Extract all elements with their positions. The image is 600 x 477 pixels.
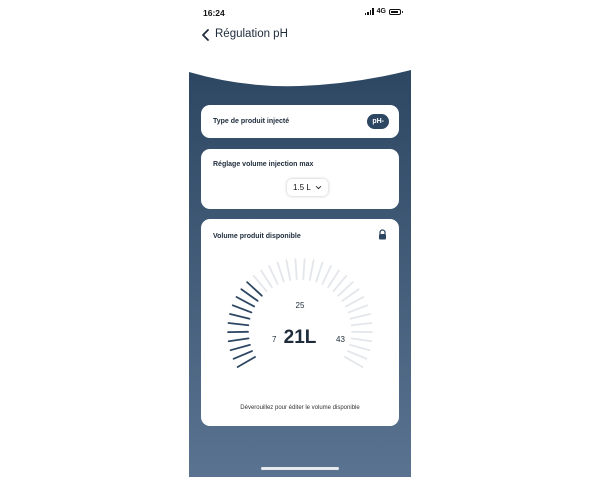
gauge-tick — [285, 259, 292, 281]
gauge-tick — [302, 258, 306, 281]
chevron-down-icon — [315, 185, 321, 190]
gauge-tick — [227, 322, 250, 327]
gauge-tick — [268, 265, 279, 285]
injection-volume-card: Réglage volume injection max 1.5 L — [201, 149, 399, 209]
status-indicators: 4G — [364, 8, 403, 15]
injection-volume-label: Réglage volume injection max — [213, 161, 314, 168]
gauge-tick — [276, 261, 285, 283]
signal-icon — [364, 8, 374, 15]
phone-screen: 16:24 4G Régulation pH Type de produit i… — [189, 0, 411, 477]
lock-icon[interactable] — [378, 229, 387, 240]
gauge-tick — [341, 288, 360, 302]
status-bar: 16:24 4G — [189, 6, 411, 20]
back-chevron-icon[interactable] — [199, 28, 213, 42]
gauge-tick — [321, 265, 332, 285]
gauge-tick — [349, 313, 371, 320]
gauge-tick — [327, 269, 340, 289]
gauge-value: 21L — [283, 327, 317, 348]
gauge-tick — [350, 322, 373, 327]
page-title: Régulation pH — [215, 28, 288, 40]
gauge-tick — [240, 288, 259, 302]
gauge-tick — [294, 258, 298, 281]
battery-icon — [389, 8, 403, 15]
product-type-badge[interactable]: pH- — [367, 114, 389, 129]
product-type-card: Type de produit injecté pH- — [201, 105, 399, 138]
gauge-top-tick-label: 25 — [295, 301, 305, 310]
unlock-hint: Déverouillez pour éditer le volume dispo… — [240, 405, 360, 411]
product-type-label: Type de produit injecté — [213, 118, 290, 125]
injection-volume-select[interactable]: 1.5 L — [287, 179, 328, 196]
available-volume-card: Volume produit disponible 25 7 21L 43 Dé… — [201, 219, 399, 426]
gauge-tick — [229, 313, 251, 320]
header: Régulation pH — [189, 24, 411, 46]
gauge-tick — [308, 259, 315, 281]
home-indicator[interactable] — [261, 467, 339, 470]
available-volume-label: Volume produit disponible — [213, 233, 301, 240]
status-time: 16:24 — [203, 8, 225, 18]
gauge-tick — [260, 269, 273, 289]
gauge-tick — [315, 261, 324, 283]
gauge-tick — [347, 350, 368, 360]
network-label: 4G — [376, 8, 386, 15]
injection-volume-value: 1.5 L — [293, 183, 311, 192]
gauge-tick — [236, 356, 256, 368]
gauge-tick — [232, 350, 253, 360]
gauge-tick — [344, 356, 364, 368]
gauge-max-label: 43 — [336, 335, 345, 344]
